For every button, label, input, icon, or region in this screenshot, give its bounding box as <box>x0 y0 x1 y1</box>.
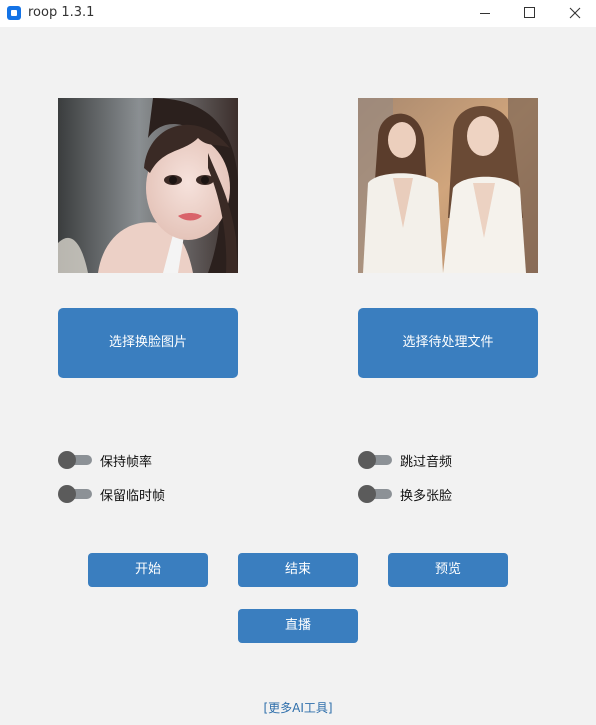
source-face-preview <box>58 98 238 273</box>
many-faces-switch[interactable] <box>358 485 392 503</box>
stop-button[interactable]: 结束 <box>238 553 358 587</box>
skip-audio-option[interactable]: 跳过音频 <box>358 450 452 470</box>
more-tools-link[interactable]: [更多AI工具] <box>0 699 596 716</box>
select-target-button[interactable]: 选择待处理文件 <box>358 308 538 378</box>
maximize-button[interactable] <box>506 0 552 27</box>
keep-fps-switch[interactable] <box>58 451 92 469</box>
many-faces-option[interactable]: 换多张脸 <box>358 484 452 504</box>
window-title: roop 1.3.1 <box>28 5 95 20</box>
start-button[interactable]: 开始 <box>88 553 208 587</box>
skip-audio-switch[interactable] <box>358 451 392 469</box>
preview-button[interactable]: 预览 <box>388 553 508 587</box>
keep-fps-label: 保持帧率 <box>100 454 153 470</box>
many-faces-label: 换多张脸 <box>400 488 453 504</box>
skip-audio-label: 跳过音频 <box>400 454 453 470</box>
keep-frames-switch[interactable] <box>58 485 92 503</box>
keep-fps-option[interactable]: 保持帧率 <box>58 450 152 470</box>
target-preview <box>358 98 538 273</box>
select-face-button[interactable]: 选择换脸图片 <box>58 308 238 378</box>
close-icon <box>569 7 581 19</box>
live-button[interactable]: 直播 <box>238 609 358 643</box>
close-button[interactable] <box>552 0 596 27</box>
title-bar: roop 1.3.1 <box>0 0 596 27</box>
keep-frames-option[interactable]: 保留临时帧 <box>58 484 165 504</box>
keep-frames-label: 保留临时帧 <box>100 488 166 504</box>
minimize-button[interactable] <box>462 0 508 27</box>
app-icon <box>7 6 21 20</box>
